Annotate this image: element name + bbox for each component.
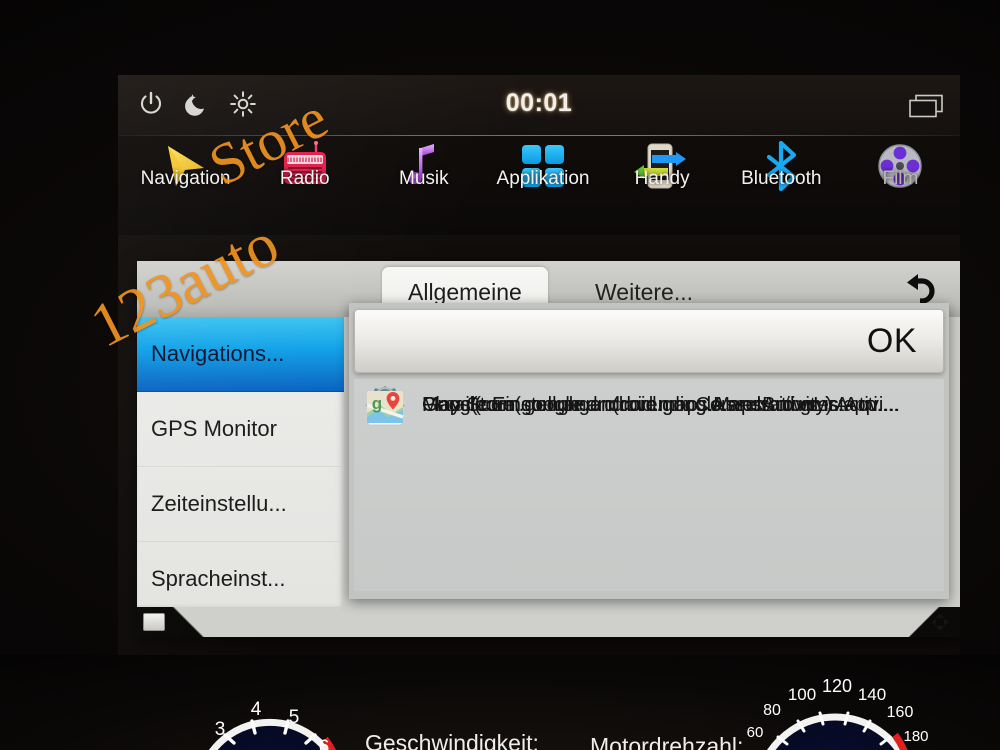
app-launcher-row: Navigation Radio Musik Applikation Handy… xyxy=(118,136,960,191)
speedo-tick-180: 180 xyxy=(903,728,928,745)
launcher-item-navigation[interactable]: Navigation xyxy=(126,132,245,194)
launcher-item-applikation[interactable]: Applikation xyxy=(483,132,602,194)
sidebar-label-navigation-settings: Navigations... xyxy=(151,341,285,366)
windows-icon[interactable] xyxy=(908,94,944,118)
sidebar-label-language-settings: Spracheinst... xyxy=(151,566,286,591)
launcher-label-navigation: Navigation xyxy=(140,167,231,189)
sidebar-item-time-settings[interactable]: Zeiteinstellu... xyxy=(137,467,344,542)
dashboard-cluster: 2 3 4 5 6 Geschwindigkeit: xyxy=(0,655,1000,750)
launcher-label-film: Film xyxy=(882,167,919,189)
settings-category-list: Navigations... GPS Monitor Zeiteinstellu… xyxy=(137,317,344,607)
speedometer-gauge: 40 60 80 100 120 140 160 180 200 0 xyxy=(720,665,950,750)
tach-tick-4: 4 xyxy=(251,699,262,720)
speedo-tick-140: 140 xyxy=(858,685,886,704)
tab-weitere-label: Weitere... xyxy=(595,278,693,305)
launcher-label-handy: Handy xyxy=(634,167,690,189)
settings-window: Allgemeine Weitere... Navigations... GPS… xyxy=(137,261,960,637)
app-chooser-list[interactable]: G Google Einstellungen(com.google.androi… xyxy=(354,379,944,591)
speedo-tick-80: 80 xyxy=(763,702,781,719)
launcher-label-applikation: Applikation xyxy=(496,167,590,189)
launcher-label-radio: Radio xyxy=(279,167,330,189)
launcher-item-radio[interactable]: Radio xyxy=(245,132,364,194)
rpm-label: Motordrehzahl: xyxy=(590,733,744,750)
launcher-item-bluetooth[interactable]: Bluetooth xyxy=(722,132,841,194)
sidebar-item-gps-monitor[interactable]: GPS Monitor xyxy=(137,392,344,467)
tach-tick-6: 6 xyxy=(319,737,330,750)
speedo-tick-100: 100 xyxy=(788,685,816,704)
launcher-item-film[interactable]: Film xyxy=(841,132,960,194)
list-item-label: Maps(com.google.android.maps.MapsActivit… xyxy=(422,394,833,416)
sidebar-label-time-settings: Zeiteinstellu... xyxy=(151,491,287,516)
status-clock: 00:01 xyxy=(505,89,573,117)
speedo-tick-60: 60 xyxy=(747,724,764,741)
svg-text:g: g xyxy=(372,394,382,413)
speedo-tick-120: 120 xyxy=(822,676,852,696)
resize-scroll-icon[interactable] xyxy=(928,611,952,633)
ok-button[interactable]: OK xyxy=(354,309,944,373)
launcher-item-handy[interactable]: Handy xyxy=(603,132,722,194)
launcher-item-musik[interactable]: Musik xyxy=(364,132,483,194)
tachometer-gauge: 2 3 4 5 6 xyxy=(170,673,370,750)
sidebar-label-gps-monitor: GPS Monitor xyxy=(151,416,277,441)
maps-icon: g xyxy=(362,383,408,429)
status-bar: 00:01 xyxy=(118,75,960,136)
tach-tick-5: 5 xyxy=(289,707,300,728)
launcher-label-musik: Musik xyxy=(399,167,449,189)
minimize-button[interactable] xyxy=(143,613,165,631)
ok-button-label: OK xyxy=(866,321,917,360)
app-launcher-strip: Navigation Radio Musik Applikation Handy… xyxy=(118,136,960,235)
app-chooser-dialog: OK G Google Einstellungen(com xyxy=(349,303,949,599)
speed-label: Geschwindigkeit: xyxy=(365,730,539,750)
tab-allgemeine-label: Allgemeine xyxy=(408,278,522,305)
sidebar-item-language-settings[interactable]: Spracheinst... xyxy=(137,542,344,607)
tach-tick-3: 3 xyxy=(215,719,226,740)
head-unit-screenshot: 00:01 Navigation Radio Musik Applikation… xyxy=(0,0,1000,750)
speedo-tick-160: 160 xyxy=(887,704,914,721)
list-item[interactable]: g Maps(com.google.android.maps.MapsActiv… xyxy=(354,379,944,432)
sidebar-item-navigation-settings[interactable]: Navigations... xyxy=(137,317,344,392)
settings-window-body: Navigations... GPS Monitor Zeiteinstellu… xyxy=(137,303,960,637)
head-unit-display: 00:01 Navigation Radio Musik Applikation… xyxy=(118,75,960,655)
launcher-label-bluetooth: Bluetooth xyxy=(741,167,822,189)
